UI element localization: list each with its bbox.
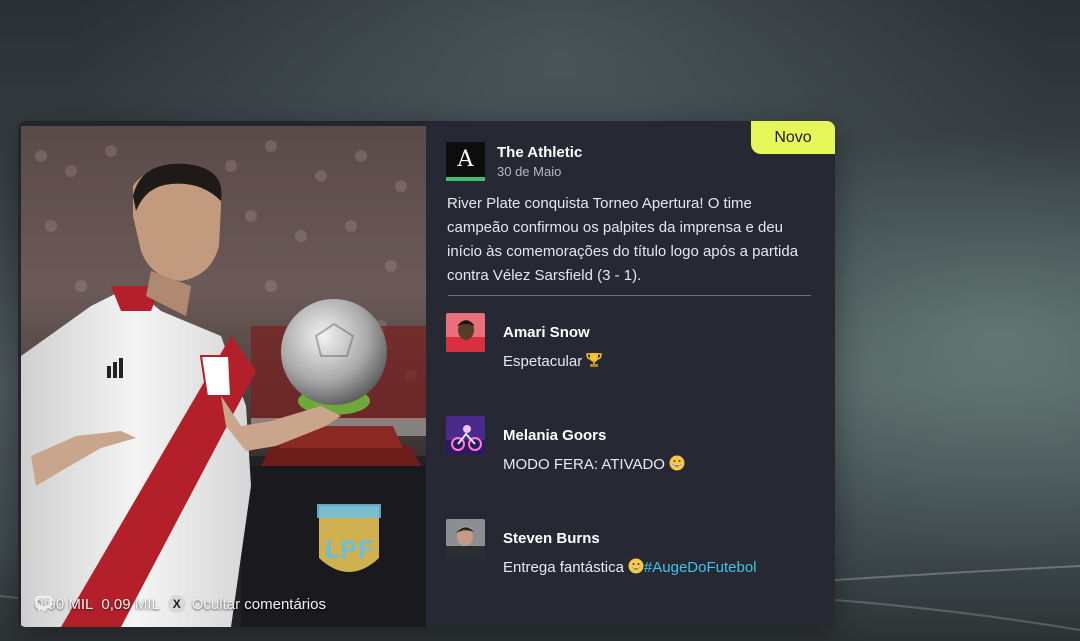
avatar xyxy=(446,313,485,352)
news-post-card: LPF 0,90 MIL 0,09 MIL X Ocultar comentár… xyxy=(18,121,835,627)
comment-text: MODO FERA: ATIVADO xyxy=(503,455,685,473)
new-badge: Novo xyxy=(751,121,835,154)
post-body-text: River Plate conquista Torneo Apertura! O… xyxy=(447,195,799,284)
hide-comments-button[interactable]: X Ocultar comentários xyxy=(167,595,326,613)
comment-author[interactable]: Steven Burns xyxy=(503,530,600,547)
hide-comments-label: Ocultar comentários xyxy=(191,595,326,613)
divider xyxy=(448,295,811,296)
svg-text:LPF: LPF xyxy=(324,536,373,564)
trophy-icon xyxy=(586,353,602,367)
post-image: LPF 0,90 MIL 0,09 MIL X Ocultar comentár… xyxy=(21,126,426,627)
comment-author[interactable]: Melania Goors xyxy=(503,427,606,444)
grinning-face-icon xyxy=(628,558,644,574)
comment-author[interactable]: Amari Snow xyxy=(503,324,590,341)
comment-text: Entrega fantástica #AugeDoFutebol xyxy=(503,558,757,576)
player-trophy-illustration: LPF xyxy=(21,126,426,627)
source-logo: A xyxy=(446,142,485,181)
comment-text: Espetacular xyxy=(503,352,602,370)
hashtag-link[interactable]: #AugeDoFutebol xyxy=(644,559,757,576)
comment-bubble-icon xyxy=(35,596,52,611)
avatar xyxy=(446,519,485,558)
source-name: The Athletic xyxy=(497,144,583,161)
post-content-panel: Novo A The Athletic 30 de Maio River Pla… xyxy=(426,121,835,627)
grinning-face-icon xyxy=(669,455,685,471)
comments-stat[interactable]: 0,09 MIL xyxy=(35,595,160,613)
avatar xyxy=(446,416,485,455)
comments-count: 0,09 MIL xyxy=(101,595,160,613)
post-date: 30 de Maio xyxy=(497,164,562,179)
x-button-icon: X xyxy=(167,595,186,613)
post-stats-bar: 0,90 MIL 0,09 MIL X Ocultar comentários xyxy=(35,595,326,613)
